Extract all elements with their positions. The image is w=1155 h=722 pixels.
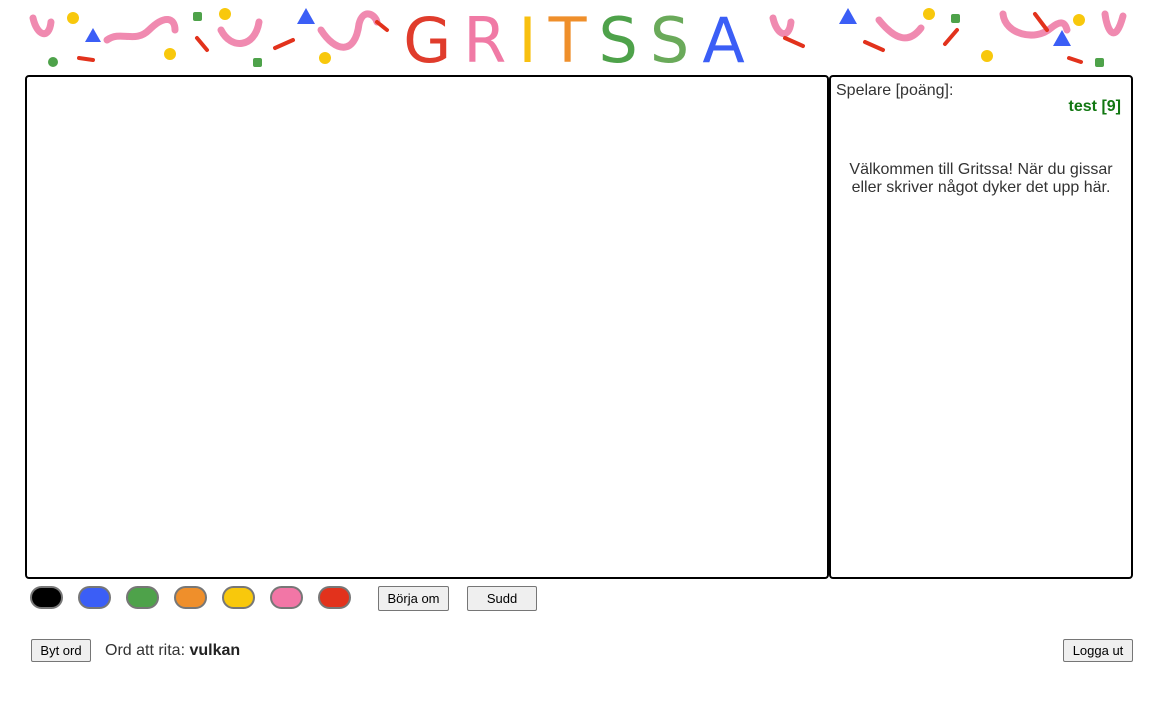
side-panel: Spelare [poäng]: test [9] Välkommen till… xyxy=(829,75,1133,579)
color-swatch-yellow[interactable] xyxy=(222,586,255,609)
logo-letter-s2: S xyxy=(650,4,703,72)
color-swatch-blue[interactable] xyxy=(78,586,111,609)
chat-welcome-message: Välkommen till Gritssa! När du gissar el… xyxy=(849,161,1113,196)
word-to-draw: Ord att rita: vulkan xyxy=(105,642,240,660)
app-logo: GRITSSA xyxy=(403,4,757,72)
logo-letter-g: G xyxy=(403,4,463,72)
color-swatch-green[interactable] xyxy=(126,586,159,609)
logout-button[interactable]: Logga ut xyxy=(1063,639,1133,662)
header-banner: GRITSSA xyxy=(25,0,1133,77)
logo-letter-a: A xyxy=(702,4,756,72)
word-value: vulkan xyxy=(189,642,241,659)
drawing-canvas[interactable] xyxy=(25,75,829,579)
color-swatch-black[interactable] xyxy=(30,586,63,609)
logo-letter-i: I xyxy=(518,4,548,72)
color-swatch-orange[interactable] xyxy=(174,586,207,609)
logo-letter-r: R xyxy=(463,4,518,72)
word-prefix: Ord att rita: xyxy=(105,642,186,659)
confetti-decoration: GRITSSA xyxy=(29,4,1127,77)
player-entry: test [9] xyxy=(1068,98,1121,115)
change-word-button[interactable]: Byt ord xyxy=(31,639,91,662)
players-label: Spelare [poäng]: xyxy=(836,82,954,99)
eraser-button[interactable]: Sudd xyxy=(467,586,537,611)
color-swatch-red[interactable] xyxy=(318,586,351,609)
restart-button[interactable]: Börja om xyxy=(378,586,449,611)
logo-letter-t: T xyxy=(548,4,599,72)
logo-letter-s1: S xyxy=(599,4,650,72)
color-swatch-pink[interactable] xyxy=(270,586,303,609)
